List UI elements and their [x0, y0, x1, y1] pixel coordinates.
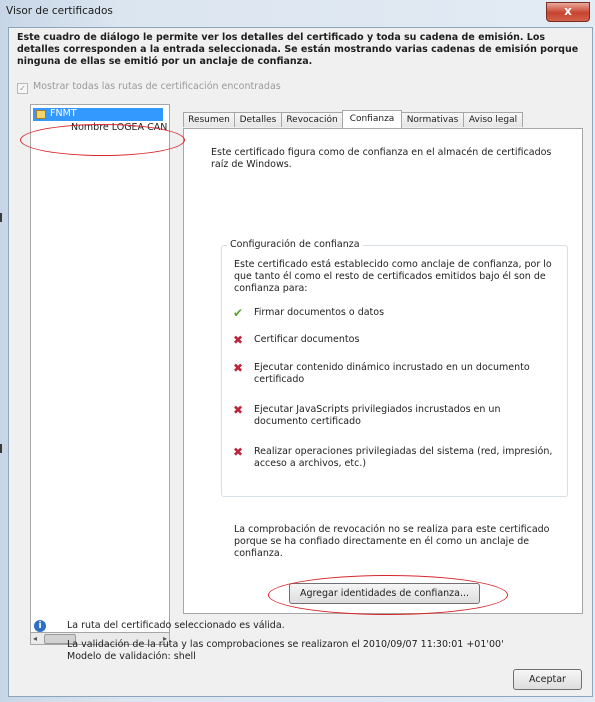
purpose-label: Certificar documentos: [254, 334, 360, 345]
certificate-viewer-window: Visor de certificados x Este cuadro de d…: [0, 0, 595, 702]
cross-icon: ✖: [233, 361, 244, 375]
edge-mark: [0, 444, 2, 453]
purpose-label: Ejecutar JavaScripts privilegiados incru…: [254, 404, 501, 427]
tab-resumen[interactable]: Resumen: [183, 112, 235, 127]
trust-intro-text: Este certificado figura como de confianz…: [211, 147, 552, 170]
tree-item-fnmt[interactable]: FNMT: [33, 108, 163, 121]
validation-model: Modelo de validación: shell: [67, 651, 196, 662]
cross-icon: ✖: [233, 445, 244, 459]
purpose-label: Realizar operaciones privilegiadas del s…: [254, 446, 553, 469]
cross-icon: ✖: [233, 403, 244, 417]
tab-confianza[interactable]: Confianza: [342, 110, 402, 128]
purpose-label: Firmar documentos o datos: [254, 307, 385, 318]
certificate-icon: [36, 110, 46, 119]
tree-item-child[interactable]: Nombre LOGEA CAN: [71, 122, 167, 133]
certificate-tree[interactable]: FNMT Nombre LOGEA CAN: [30, 104, 170, 634]
dialog-client-area: Este cuadro de diálogo le permite ver lo…: [8, 27, 593, 697]
show-all-paths-checkbox[interactable]: ✓: [17, 83, 28, 94]
edge-mark: [0, 213, 2, 222]
revocation-note: La comprobación de revocación no se real…: [234, 524, 550, 559]
validation-details: La validación de la ruta y las comprobac…: [67, 639, 504, 663]
window-title: Visor de certificados: [6, 5, 113, 17]
tab-detalles[interactable]: Detalles: [234, 112, 282, 127]
intro-text: Este cuadro de diálogo le permite ver lo…: [17, 32, 579, 67]
show-all-paths-row: ✓ Mostrar todas las rutas de certificació…: [17, 81, 281, 94]
purpose-label: Ejecutar contenido dinámico incrustado e…: [254, 362, 530, 385]
checkmark-icon: ✔: [233, 306, 244, 320]
scroll-left-icon[interactable]: ◂: [33, 633, 37, 644]
cross-icon: ✖: [233, 333, 244, 347]
tab-normativas[interactable]: Normativas: [401, 112, 464, 127]
tree-item-fnmt-label: FNMT: [50, 108, 77, 119]
trust-tab-panel: Este certificado figura como de confianz…: [183, 128, 583, 614]
show-all-paths-label: Mostrar todas las rutas de certificación…: [33, 81, 281, 92]
path-status-message: La ruta del certificado seleccionado es …: [67, 620, 285, 631]
close-button[interactable]: x: [546, 2, 590, 22]
ok-button[interactable]: Aceptar: [513, 669, 582, 690]
info-icon: i: [34, 620, 46, 632]
tab-revocacion[interactable]: Revocación: [281, 112, 343, 127]
tab-aviso-legal[interactable]: Aviso legal: [463, 112, 523, 127]
trust-settings-description: Este certificado está establecido como a…: [234, 259, 552, 294]
add-trusted-identities-button[interactable]: Agregar identidades de confianza...: [289, 583, 480, 604]
validation-timestamp: La validación de la ruta y las comprobac…: [67, 639, 504, 650]
trust-settings-title: Configuración de confianza: [227, 239, 363, 250]
